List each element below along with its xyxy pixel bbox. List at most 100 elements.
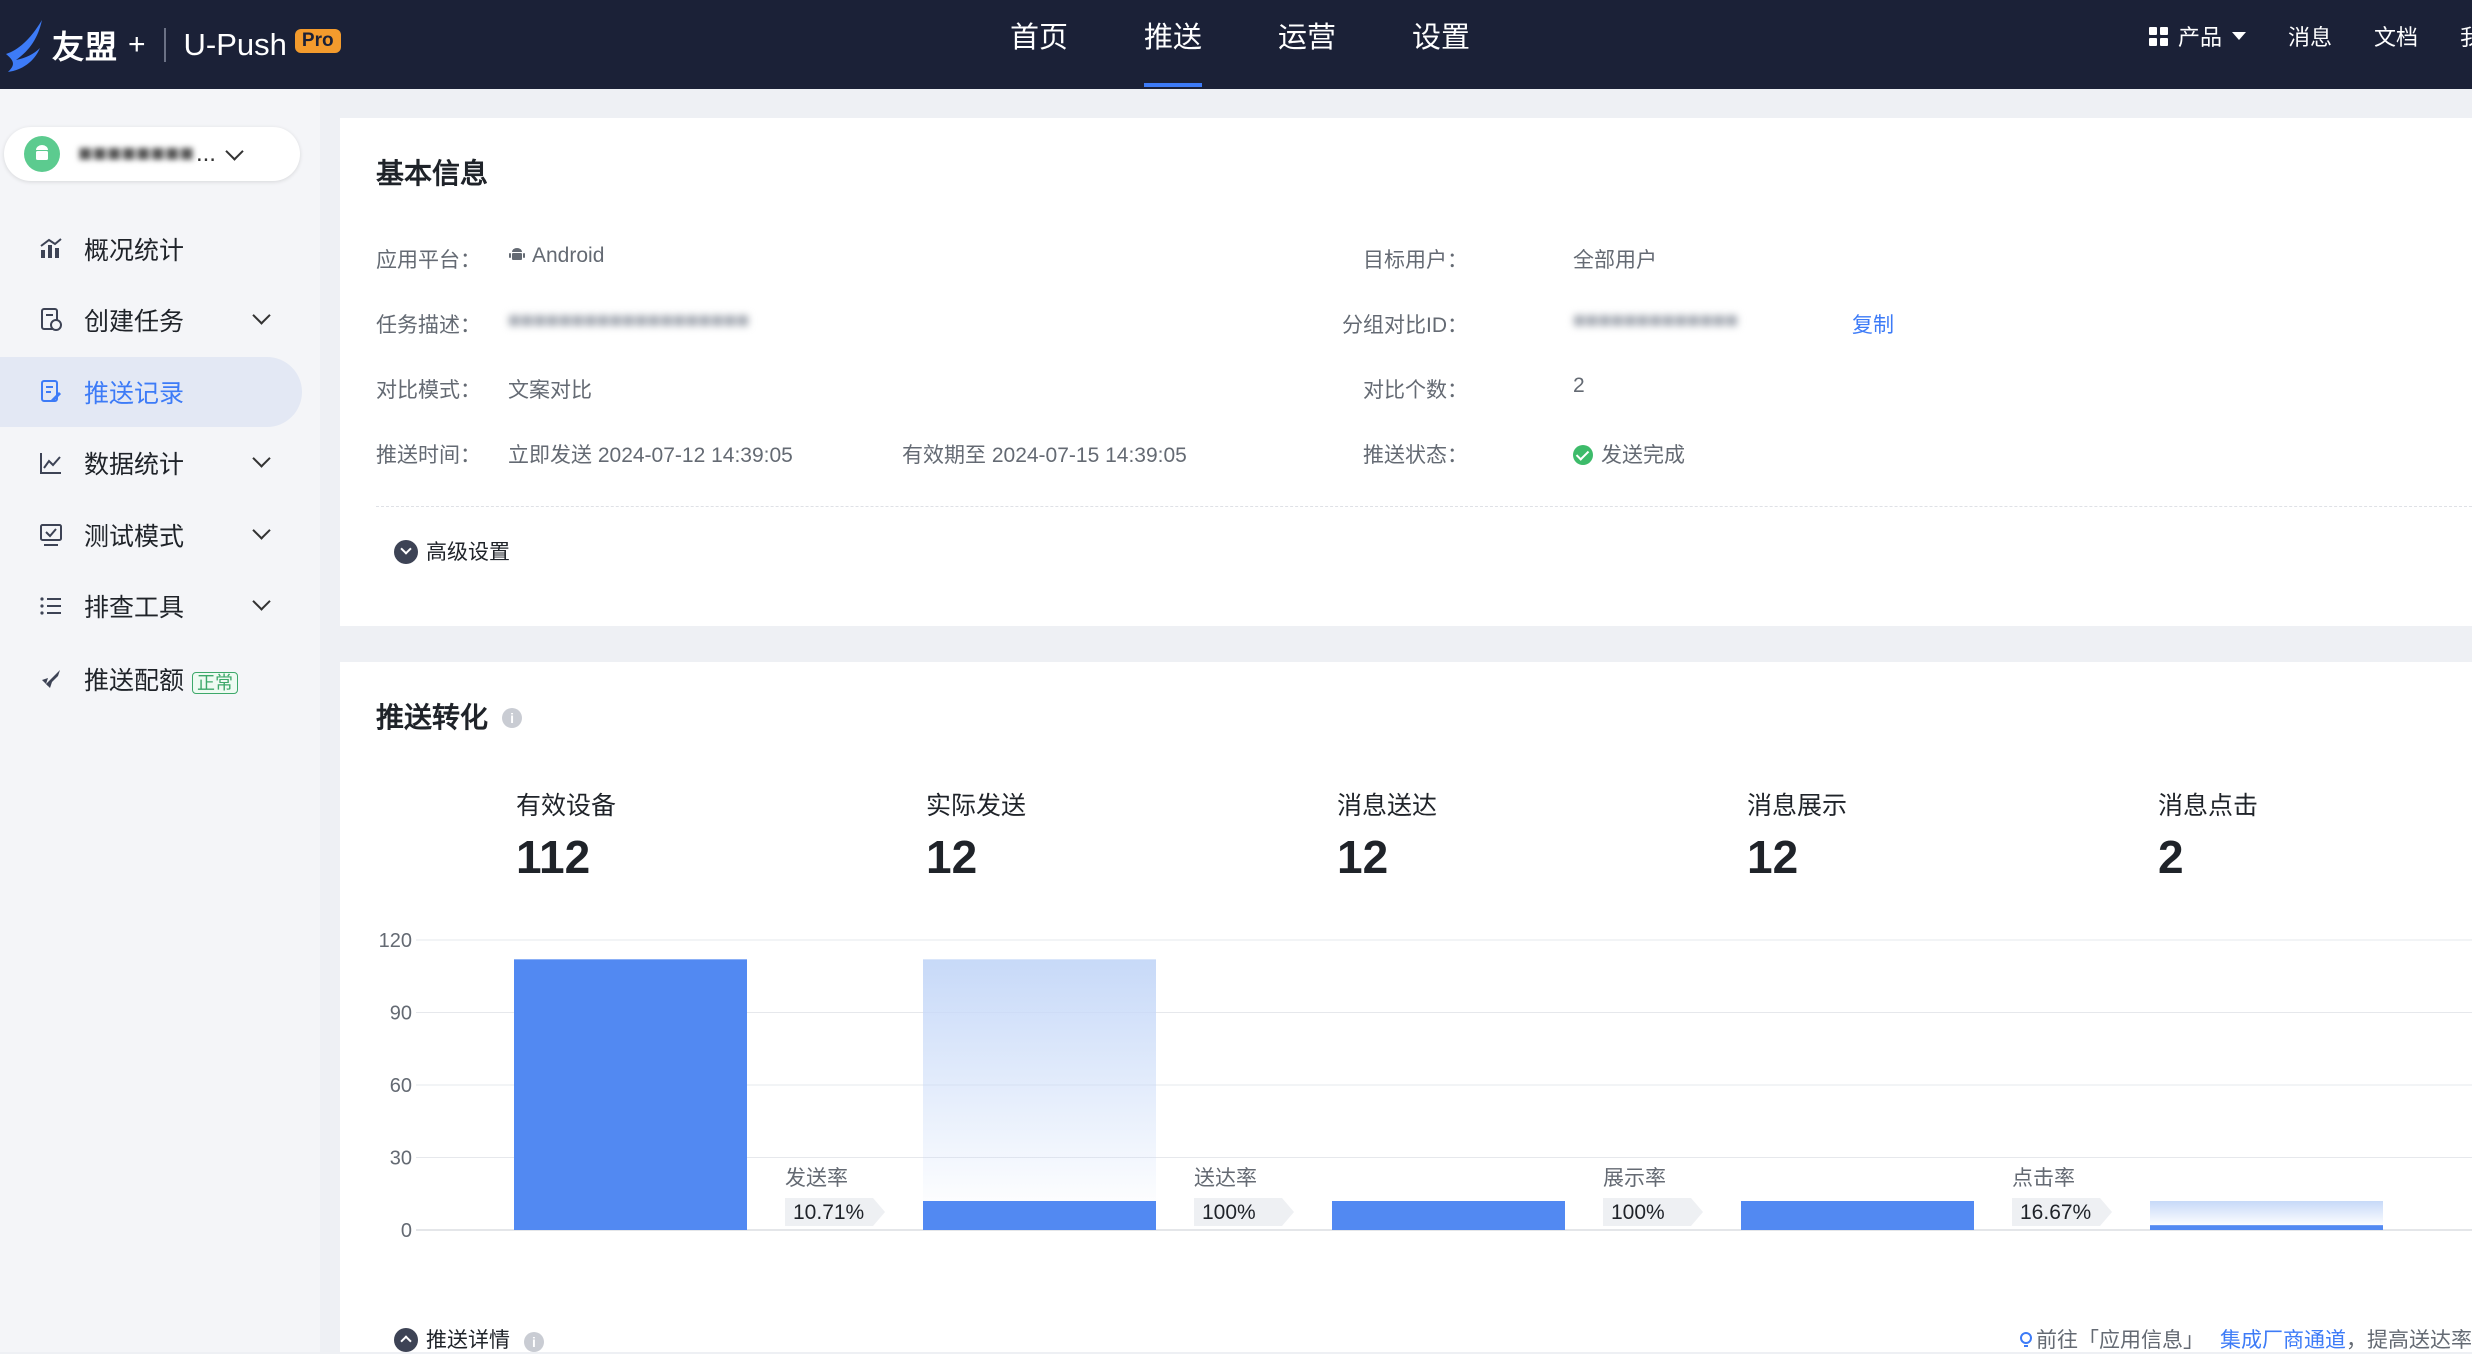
sidebar-item-label: 概况统计 <box>84 237 185 265</box>
push-status-value: 发送完成 <box>1573 439 1685 469</box>
sidebar-item-create-task[interactable]: 创建任务 <box>0 285 302 355</box>
lost-volume-bar <box>2150 1201 2383 1226</box>
android-icon <box>24 136 60 172</box>
sidebar-item-push-quota[interactable]: 推送配额 正常 <box>0 644 302 714</box>
value-bar <box>923 1201 1156 1230</box>
stat-value-displayed: 12 <box>1747 831 1799 883</box>
document-gear-icon <box>41 308 62 331</box>
sidebar-item-troubleshoot[interactable]: 排查工具 <box>0 571 302 641</box>
grid-icon <box>2148 26 2168 46</box>
sidebar-item-overview[interactable]: 概况统计 <box>0 214 302 284</box>
target-user-value: 全部用户 <box>1573 249 1657 272</box>
brand-divider <box>163 27 166 62</box>
stat-value-clicked: 2 <box>2158 831 2184 883</box>
messages-link[interactable]: 消息 <box>2288 20 2332 52</box>
nav-operations[interactable]: 运营 <box>1278 0 1336 89</box>
integrate-vendor-link[interactable]: 集成厂商通道 <box>2220 1329 2346 1352</box>
docs-link[interactable]: 文档 <box>2374 20 2418 52</box>
y-tick-label: 120 <box>379 930 412 952</box>
app-selector[interactable]: ■■■■■■■■ ... <box>4 127 300 181</box>
nav-push[interactable]: 推送 <box>1144 0 1203 89</box>
main-nav: 首页 推送 运营 设置 <box>1010 0 1546 89</box>
sidebar-item-label: 数据统计 <box>84 451 185 479</box>
products-menu[interactable]: 产品 <box>2148 20 2246 52</box>
chevron-down-icon <box>225 141 244 161</box>
compare-mode-value: 文案对比 <box>508 379 592 402</box>
chevron-down-icon <box>252 449 271 468</box>
group-id-label: 分组对比ID： <box>1342 314 1468 337</box>
conversion-bar-chart: 0 30 60 90 120 发送率 10.71% 送达率 100% 展示率 100% 点击率 16.6… <box>379 930 2472 1242</box>
push-conversion-panel: 推送转化 i 有效设备 112 实际发送 12 消息送达 12 消息展示 12 消… <box>340 662 2472 1352</box>
nav-home[interactable]: 首页 <box>1010 0 1068 89</box>
compare-count-label: 对比个数： <box>1363 379 1468 402</box>
android-icon <box>509 248 525 260</box>
push-time-label: 推送时间： <box>376 444 481 467</box>
value-bar <box>1332 1201 1565 1230</box>
conversion-title-text: 推送转化 <box>376 702 489 733</box>
top-right-menu: 产品 消息 文档 我 <box>2148 0 2472 72</box>
push-details-label: 推送详情 <box>426 1329 510 1352</box>
chevron-up-circle-icon <box>394 1328 418 1352</box>
send-time-value: 立即发送 2024-07-12 14:39:05 <box>508 444 793 467</box>
sidebar-item-label: 测试模式 <box>84 523 185 551</box>
chevron-down-icon <box>252 521 271 540</box>
advanced-settings-label: 高级设置 <box>426 541 510 564</box>
stat-label-actual-sent: 实际发送 <box>926 792 1027 820</box>
check-circle-icon <box>1573 445 1593 465</box>
push-status-label: 推送状态： <box>1363 444 1468 467</box>
sidebar: ■■■■■■■■ ... 概况统计 创建任务 推送记录 数据统计 测试模式 排查… <box>0 89 320 1352</box>
nav-settings[interactable]: 设置 <box>1412 0 1470 89</box>
rate-label: 发送率 <box>785 1167 848 1190</box>
top-bar: 友盟 + U-Push Pro 首页 推送 运营 设置 产品 消息 文档 我 <box>0 0 2472 89</box>
vendor-channel-tip: 前往「应用信息」 集成厂商通道，提高送达率 <box>2016 1324 2472 1354</box>
list-icon <box>40 597 61 615</box>
rate-value: 10.71% <box>793 1201 864 1224</box>
section-divider <box>376 506 2472 507</box>
push-status-text: 发送完成 <box>1601 444 1685 467</box>
stat-label-clicked: 消息点击 <box>2158 792 2259 820</box>
push-details-toggle[interactable]: 推送详情 i <box>394 1324 544 1354</box>
conversion-title: 推送转化 i <box>376 696 523 736</box>
chevron-down-icon <box>252 592 271 611</box>
user-menu[interactable]: 我 <box>2460 20 2472 52</box>
basic-info-panel: 基本信息 应用平台： Android 任务描述： ■■■■■■■■■■■■■■■… <box>340 118 2472 626</box>
rate-label: 展示率 <box>1603 1167 1666 1190</box>
stat-value-actual-sent: 12 <box>926 831 978 883</box>
platform-text: Android <box>532 244 605 267</box>
brand-logo[interactable]: 友盟 + U-Push Pro <box>0 0 341 89</box>
stat-label-delivered: 消息送达 <box>1337 792 1438 820</box>
quota-status-badge: 正常 <box>192 672 239 694</box>
info-icon[interactable]: i <box>502 708 523 728</box>
rate-value: 100% <box>1611 1201 1665 1224</box>
value-bar <box>1741 1201 1974 1230</box>
app-name-ellipsis: ... <box>195 140 216 167</box>
chevron-down-icon <box>252 306 271 325</box>
compare-mode-label: 对比模式： <box>376 379 481 402</box>
sidebar-item-label: 创建任务 <box>84 308 185 336</box>
stat-label-displayed: 消息展示 <box>1747 792 1848 820</box>
product-name: U-Push <box>183 26 287 62</box>
valid-until-value: 有效期至 2024-07-15 14:39:05 <box>902 444 1187 467</box>
pro-badge: Pro <box>294 28 341 53</box>
monitor-check-icon <box>40 524 62 546</box>
y-tick-label: 90 <box>390 1003 412 1025</box>
sidebar-item-push-records[interactable]: 推送记录 <box>0 357 302 427</box>
app-name-redacted: ■■■■■■■■ <box>78 140 194 167</box>
y-tick-label: 60 <box>390 1075 412 1097</box>
copy-link[interactable]: 复制 <box>1852 309 1894 339</box>
target-user-label: 目标用户： <box>1363 249 1468 272</box>
stat-value-valid-devices: 112 <box>516 831 591 883</box>
y-tick-label: 0 <box>401 1220 412 1242</box>
tip-suffix: ，提高送达率 <box>2346 1329 2472 1352</box>
platform-value: Android <box>508 244 604 268</box>
sidebar-item-data-stats[interactable]: 数据统计 <box>0 428 302 498</box>
y-tick-label: 30 <box>390 1148 412 1170</box>
value-bar <box>2150 1225 2383 1230</box>
rate-value: 16.67% <box>2020 1201 2091 1224</box>
sidebar-item-test-mode[interactable]: 测试模式 <box>0 500 302 570</box>
compare-count-value: 2 <box>1573 374 1585 397</box>
sidebar-item-label: 排查工具 <box>84 594 185 622</box>
umeng-bird-icon <box>6 19 42 72</box>
advanced-settings-toggle[interactable]: 高级设置 <box>394 536 510 566</box>
basic-info-title: 基本信息 <box>376 158 489 189</box>
